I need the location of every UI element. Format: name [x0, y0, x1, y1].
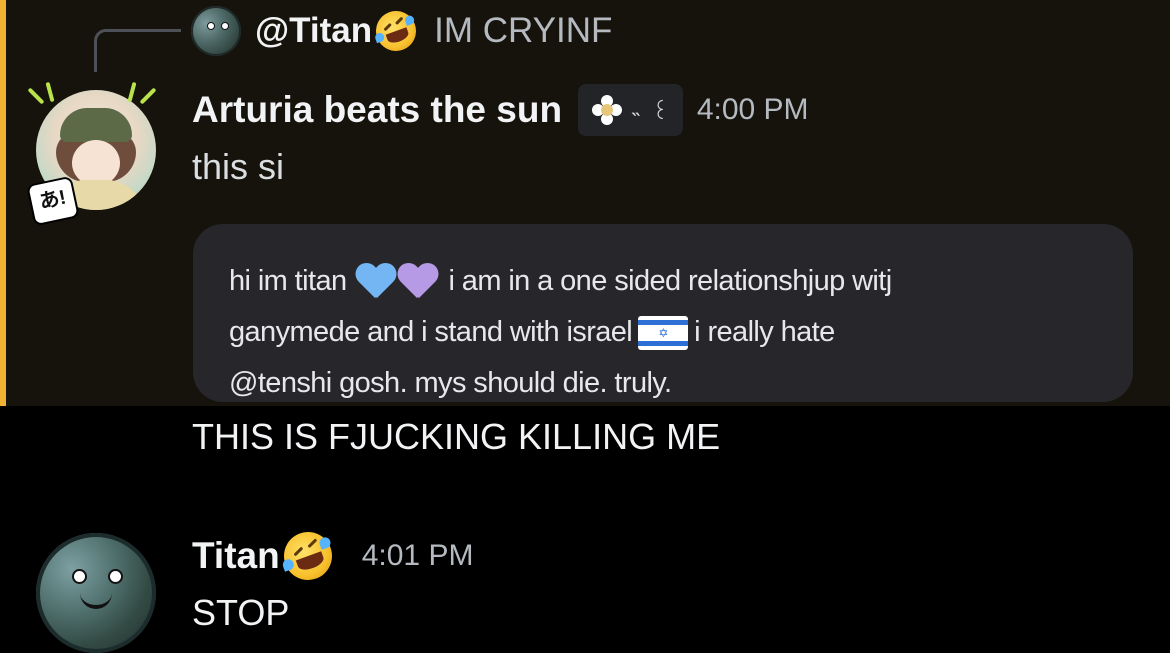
rolling-on-floor-laughing-icon	[276, 525, 339, 587]
reply-preview[interactable]: @Titan IM CRYINF	[191, 3, 612, 59]
avatar-decoration-sparkle-right	[124, 81, 164, 108]
author-name[interactable]: Titan	[192, 535, 280, 577]
timestamp[interactable]: 4:00 PM	[697, 93, 809, 127]
image-attachment[interactable]: hi im titan i am in a one sided relation…	[193, 224, 1133, 402]
avatar[interactable]	[36, 533, 156, 653]
reply-content[interactable]: IM CRYINF	[434, 11, 612, 51]
image-text: @tenshi gosh. mys should die. truly.	[229, 367, 672, 399]
message-text: STOP	[192, 592, 290, 633]
message-header: Titan 4:01 PM	[192, 525, 474, 587]
image-text: ganymede and i stand with israel	[229, 316, 633, 348]
image-text: i am in a one sided relationshjup witj	[448, 265, 893, 297]
blue-heart-icon	[355, 264, 395, 300]
author-name[interactable]: Arturia beats the sun	[192, 89, 562, 131]
server-tag[interactable]: ˵ ⁠ ꒰	[578, 84, 683, 136]
timestamp[interactable]: 4:01 PM	[362, 539, 474, 573]
message-text: THIS IS FJUCKING KILLING ME	[192, 416, 721, 457]
image-text: i really hate	[694, 316, 835, 348]
reply-spine	[94, 29, 181, 72]
israel-flag-icon: ✡	[638, 315, 689, 350]
image-text: hi im titan	[229, 265, 347, 297]
mention-bar	[0, 0, 6, 406]
message-text: this si	[192, 146, 285, 187]
reply-avatar[interactable]	[191, 6, 241, 56]
white-flower-icon	[592, 95, 623, 125]
purple-heart-icon	[397, 264, 437, 300]
message-header: Arturia beats the sun ˵ ⁠ ꒰ 4:00 PM	[192, 82, 809, 138]
rolling-on-floor-laughing-icon	[370, 5, 422, 57]
reply-author-name[interactable]: @Titan	[255, 11, 372, 51]
server-tag-text: ˵ ⁠ ꒰	[632, 98, 669, 124]
